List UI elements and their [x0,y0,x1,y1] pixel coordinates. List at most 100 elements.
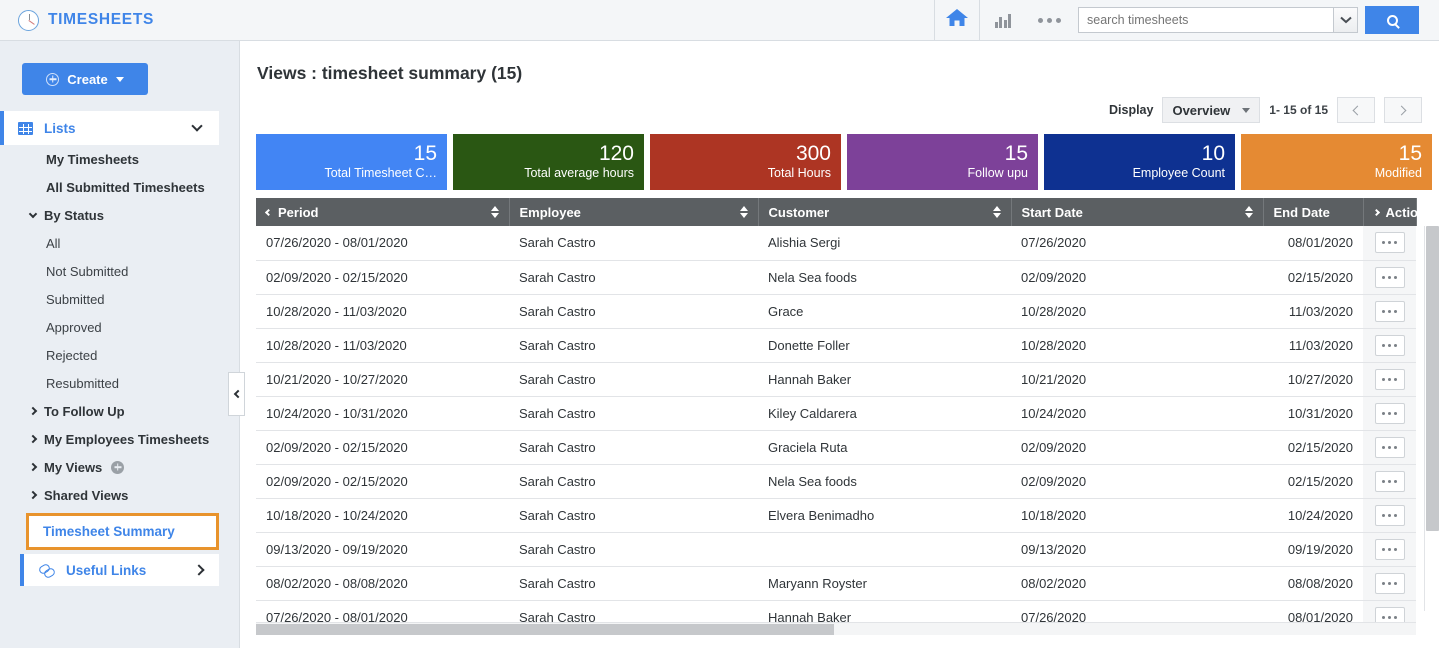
sidebar-item-shared-views[interactable]: Shared Views [0,481,239,509]
row-actions-button[interactable] [1374,470,1405,492]
cell-customer [758,532,1011,567]
sidebar-item-all[interactable]: All [0,229,239,257]
table-row[interactable]: 10/28/2020 - 11/03/2020 Sarah Castro Grace… [256,294,1416,329]
chevron-down-icon [191,120,203,132]
sidebar-item-label: My Timesheets [46,151,139,167]
horizontal-scrollbar-thumb[interactable] [256,623,834,635]
table-header-row: Period Employee Customer Start Date End Date… [256,198,1433,226]
sidebar-item-not-submitted[interactable]: Not Submitted [0,257,239,285]
vertical-scrollbar-thumb[interactable] [1426,226,1439,531]
chevron-right-icon [28,462,38,472]
sort-toggle-icon[interactable] [490,206,499,218]
kpi-tile-value: 15 [413,142,437,165]
horizontal-scrollbar[interactable] [256,621,1416,635]
row-actions-button[interactable] [1374,504,1405,526]
table-row[interactable]: 08/02/2020 - 08/08/2020 Sarah Castro Marya… [256,566,1416,601]
vertical-scrollbar[interactable] [1424,226,1439,611]
sidebar-item-approved[interactable]: Approved [0,313,239,341]
sidebar-item-all-submitted-timesheets[interactable]: All Submitted Timesheets [0,173,239,201]
kpi-tile[interactable]: 15 Follow upu [847,134,1038,190]
column-header-employee[interactable]: Employee [509,198,759,226]
row-actions-button[interactable] [1374,368,1405,390]
page-title: Views : timesheet summary (15) [257,63,523,83]
kpi-tile-value: 10 [1201,142,1225,165]
cell-period: 02/09/2020 - 02/15/2020 [256,430,509,465]
previous-page-button[interactable] [1337,97,1375,123]
sort-toggle-icon[interactable] [1244,206,1253,218]
cell-end: 02/15/2020 [1263,464,1363,499]
kpi-tile[interactable]: 300 Total Hours [650,134,841,190]
table-row[interactable]: 02/09/2020 - 02/15/2020 Sarah Castro Nela … [256,464,1416,499]
column-header-label: Actions [1385,204,1434,220]
more-options-button[interactable] [1026,0,1072,40]
column-header-period[interactable]: Period [256,198,510,226]
row-actions-button[interactable] [1374,334,1405,356]
sort-toggle-icon[interactable] [739,206,748,218]
kpi-tile[interactable]: 120 Total average hours [453,134,644,190]
row-actions-button[interactable] [1374,300,1405,322]
column-header-customer[interactable]: Customer [758,198,1012,226]
cell-period: 07/26/2020 - 08/01/2020 [256,226,509,261]
sidebar-item-resubmitted[interactable]: Resubmitted [0,369,239,397]
sidebar-item-label: All [46,235,61,251]
sidebar-item-useful-links[interactable]: Useful Links [20,554,219,586]
column-header-actions[interactable]: Actions [1363,198,1433,226]
top-bar-actions [934,0,1439,41]
column-header-start-date[interactable]: Start Date [1011,198,1264,226]
search-scope-dropdown[interactable] [1333,7,1358,33]
row-actions-button[interactable] [1374,572,1405,594]
sidebar-item-my-timesheets[interactable]: My Timesheets [0,145,239,173]
sort-toggle-icon[interactable] [992,206,1001,218]
row-actions-button[interactable] [1374,266,1405,288]
chevron-left-icon [233,389,242,399]
next-page-button[interactable] [1384,97,1422,123]
sidebar-item-lists[interactable]: Lists [0,111,219,145]
kpi-tile[interactable]: 15 Modified [1241,134,1432,190]
table-row[interactable]: 10/24/2020 - 10/31/2020 Sarah Castro Kiley… [256,396,1416,431]
add-view-icon[interactable] [111,460,125,474]
display-mode-value: Overview [1172,102,1231,118]
sidebar-item-by-status[interactable]: By Status [0,201,239,229]
row-actions-button[interactable] [1374,436,1405,458]
sidebar-item-submitted[interactable]: Submitted [0,285,239,313]
sidebar-collapse-handle[interactable] [228,372,245,416]
table-row[interactable]: 10/18/2020 - 10/24/2020 Sarah Castro Elver… [256,498,1416,533]
search-button[interactable] [1365,6,1419,34]
bar-chart-button[interactable] [980,0,1026,40]
kpi-tile[interactable]: 15 Total Timesheet C… [256,134,447,190]
cell-end: 09/19/2020 [1263,532,1363,567]
sidebar-item-my-employees-timesheets[interactable]: My Employees Timesheets [0,425,239,453]
cell-period: 10/28/2020 - 11/03/2020 [256,328,509,363]
row-actions-button[interactable] [1374,232,1405,254]
sidebar-item-label: All Submitted Timesheets [46,179,205,195]
row-actions-button[interactable] [1374,402,1405,424]
search-area [1078,6,1439,34]
sidebar-item-to-follow-up[interactable]: To Follow Up [0,397,239,425]
create-button[interactable]: Create [22,63,148,95]
cell-period: 02/09/2020 - 02/15/2020 [256,464,509,499]
search-input[interactable] [1078,7,1333,33]
cell-customer: Alishia Sergi [758,226,1011,261]
home-button[interactable] [934,0,980,40]
row-actions-button[interactable] [1374,538,1405,560]
table-row[interactable]: 02/09/2020 - 02/15/2020 Sarah Castro Nela … [256,260,1416,295]
cell-actions [1363,498,1416,533]
table-row[interactable]: 10/28/2020 - 11/03/2020 Sarah Castro Donet… [256,328,1416,363]
table-row[interactable]: 09/13/2020 - 09/19/2020 Sarah Castro 09/13… [256,532,1416,567]
column-header-end-date[interactable]: End Date [1263,198,1364,226]
sidebar-item-timesheet-summary[interactable]: Timesheet Summary [26,513,219,550]
sidebar-item-rejected[interactable]: Rejected [0,341,239,369]
cell-employee: Sarah Castro [509,328,758,363]
display-mode-select[interactable]: Overview [1162,97,1261,123]
table-row[interactable]: 07/26/2020 - 08/01/2020 Sarah Castro Alish… [256,226,1416,261]
data-table-container: Period Employee Customer Start Date End Date… [256,198,1439,635]
column-header-label: Start Date [1021,204,1083,220]
kpi-tile-value: 15 [1004,142,1028,165]
kpi-tile[interactable]: 10 Employee Count [1044,134,1235,190]
sidebar-item-my-views[interactable]: My Views [0,453,239,481]
cell-end: 08/08/2020 [1263,566,1363,601]
table-row[interactable]: 02/09/2020 - 02/15/2020 Sarah Castro Graci… [256,430,1416,465]
table-row[interactable]: 10/21/2020 - 10/27/2020 Sarah Castro Hanna… [256,362,1416,397]
cell-customer: Elvera Benimadho [758,498,1011,533]
cell-actions [1363,226,1416,261]
